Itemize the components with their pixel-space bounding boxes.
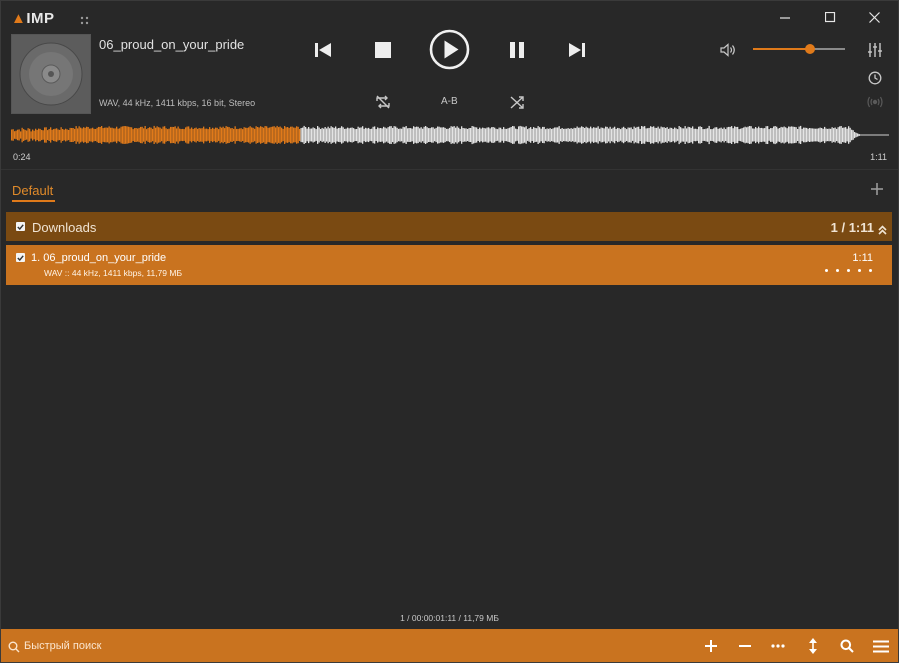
app-logo[interactable]: ▲IMP	[11, 10, 55, 27]
add-playlist-button[interactable]	[870, 182, 884, 201]
ellipsis-icon	[771, 644, 785, 648]
pause-button[interactable]	[505, 39, 529, 61]
bottom-toolbar: Быстрый поиск	[1, 629, 898, 662]
close-icon	[868, 11, 880, 23]
minus-icon	[739, 645, 751, 647]
shuffle-icon	[510, 95, 524, 109]
menu-button[interactable]	[872, 637, 890, 655]
equalizer-button[interactable]	[866, 41, 884, 59]
previous-button[interactable]	[311, 39, 335, 61]
collapse-group-icon[interactable]	[878, 222, 887, 240]
magnifier-icon	[840, 639, 854, 653]
rating-dots[interactable]	[825, 269, 872, 272]
more-options-button[interactable]	[769, 637, 787, 655]
check-icon	[17, 254, 24, 261]
plus-icon	[705, 640, 717, 652]
speaker-icon	[720, 43, 735, 57]
clock-icon	[868, 71, 882, 85]
volume-button[interactable]	[718, 41, 738, 59]
tab-active-indicator	[12, 200, 55, 202]
playlist-group-header[interactable]: Downloads 1 / 1:11	[6, 212, 892, 241]
next-button[interactable]	[565, 39, 589, 61]
close-button[interactable]	[851, 5, 897, 29]
broadcast-icon	[867, 96, 883, 108]
minimize-icon	[779, 16, 790, 19]
next-icon	[569, 43, 585, 57]
check-icon	[17, 223, 24, 230]
track-title: 06_proud_on_your_pride	[99, 37, 245, 52]
radio-button[interactable]	[866, 94, 884, 110]
shuffle-button[interactable]	[507, 93, 527, 111]
disc-icon	[12, 35, 90, 113]
search-icon	[8, 640, 20, 658]
play-icon	[429, 29, 470, 70]
track-info: WAV, 44 kHz, 1411 kbps, 16 bit, Stereo	[99, 98, 256, 108]
hamburger-icon	[873, 640, 889, 652]
maximize-button[interactable]	[807, 5, 853, 29]
scheduler-button[interactable]	[866, 69, 884, 87]
add-files-button[interactable]	[702, 637, 720, 655]
item-title: 1. 06_proud_on_your_pride	[31, 252, 167, 264]
play-button[interactable]	[428, 28, 471, 71]
elapsed-time: 0:24	[13, 152, 31, 162]
maximize-icon	[824, 11, 835, 22]
repeat-button[interactable]	[373, 93, 393, 111]
menu-grip-icon[interactable]	[80, 13, 90, 31]
playlist-summary: 1 / 00:00:01:11 / 11,79 МБ	[400, 613, 499, 623]
player-window: ▲IMP 06_proud_on_your_pride WAV, 44 kHz,…	[0, 0, 899, 663]
group-checkbox[interactable]	[16, 222, 25, 231]
equalizer-icon	[868, 43, 882, 57]
volume-slider-handle[interactable]	[805, 44, 815, 54]
sort-arrows-icon	[809, 638, 817, 654]
stop-button[interactable]	[371, 39, 395, 61]
item-info: WAV :: 44 kHz, 1411 kbps, 11,79 МБ	[44, 268, 183, 278]
minimize-button[interactable]	[762, 5, 808, 29]
quick-search-input[interactable]: Быстрый поиск	[24, 640, 101, 652]
group-stats: 1 / 1:11	[830, 220, 874, 235]
previous-icon	[315, 43, 331, 57]
waveform-seekbar[interactable]	[11, 119, 889, 151]
album-cover[interactable]	[11, 34, 91, 114]
header-divider	[1, 169, 898, 170]
list-item[interactable]: 1. 06_proud_on_your_pride WAV :: 44 kHz,…	[6, 245, 892, 285]
search-button[interactable]	[838, 637, 856, 655]
volume-slider-fill	[753, 48, 810, 50]
remove-files-button[interactable]	[736, 637, 754, 655]
logo-triangle-icon: ▲	[11, 10, 27, 27]
tab-default[interactable]: Default	[12, 183, 53, 198]
logo-text: IMP	[26, 10, 55, 27]
plus-icon	[871, 183, 883, 195]
pause-icon	[510, 42, 524, 58]
total-time: 1:11	[870, 152, 887, 162]
item-checkbox[interactable]	[16, 253, 25, 262]
sort-button[interactable]	[804, 637, 822, 655]
group-title: Downloads	[32, 220, 97, 235]
ab-repeat-button[interactable]: A-B	[441, 96, 458, 107]
item-duration: 1:11	[852, 252, 873, 264]
repeat-off-icon	[376, 95, 390, 109]
stop-icon	[375, 42, 391, 58]
